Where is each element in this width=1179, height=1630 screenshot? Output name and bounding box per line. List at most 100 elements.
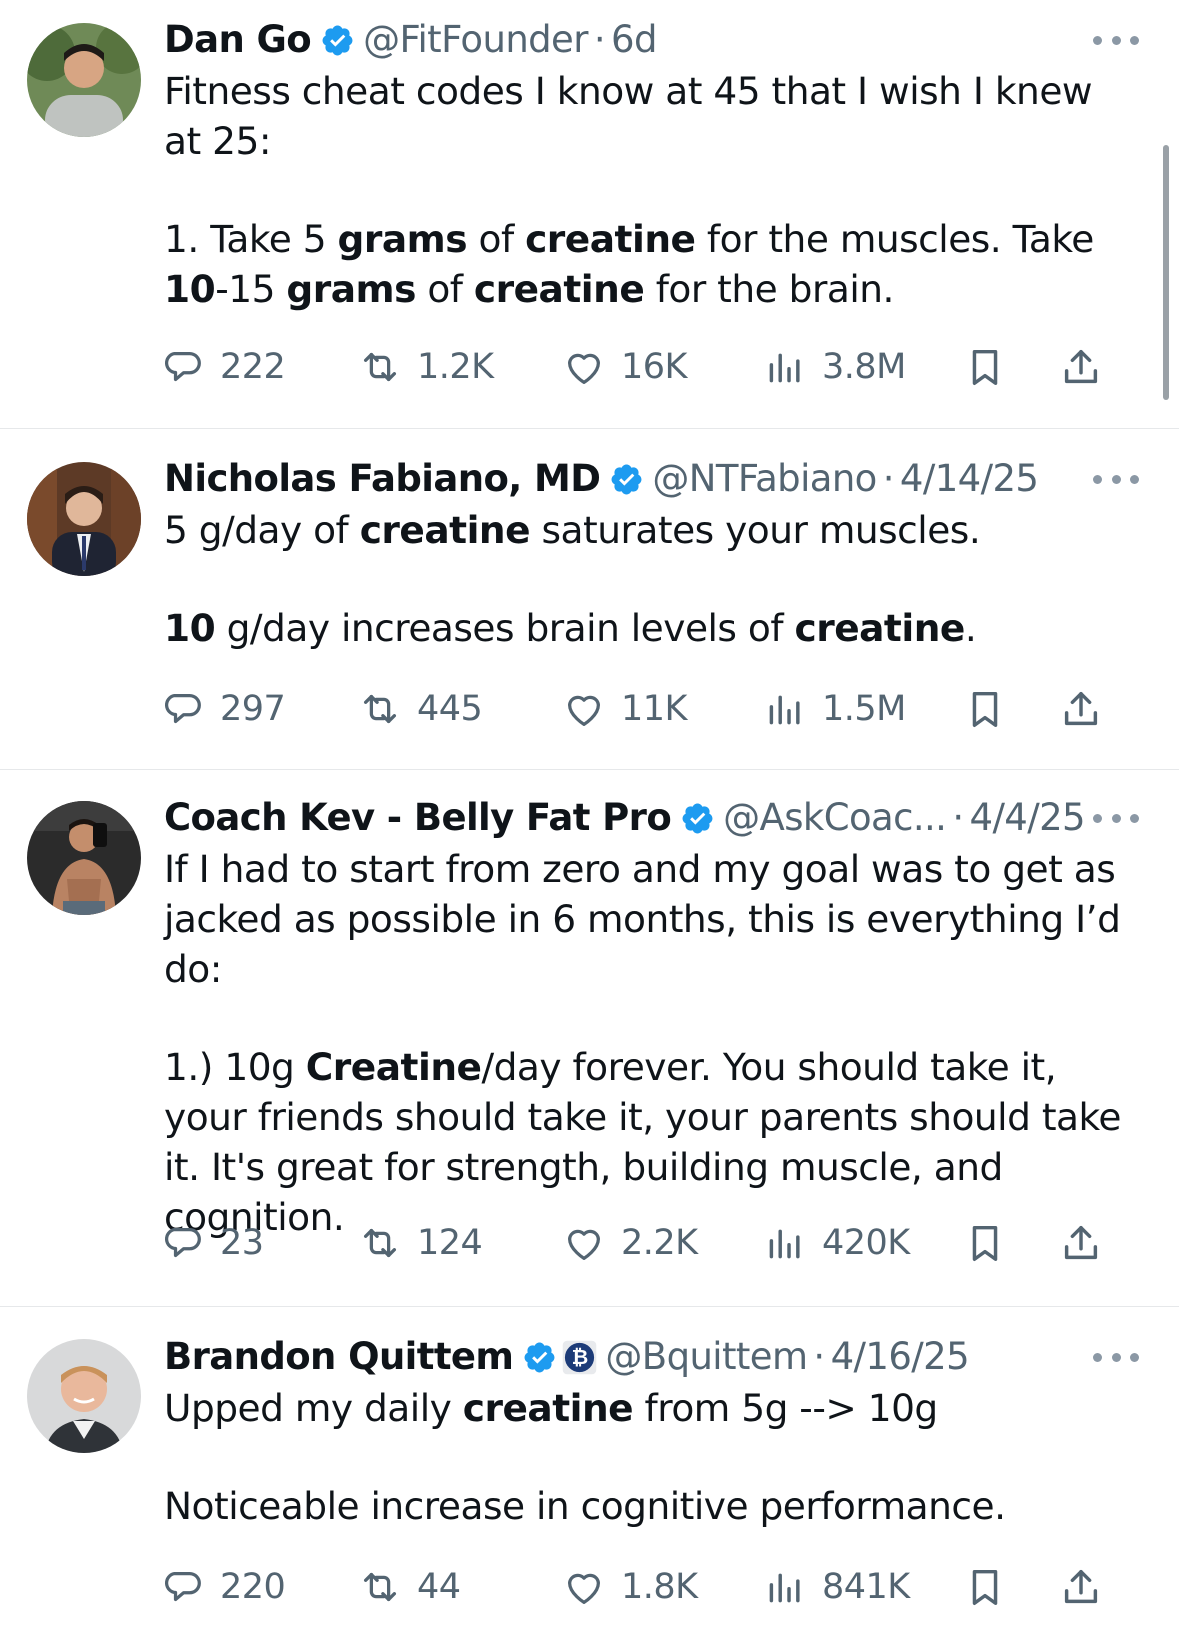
tweet-paragraph: 1. Take 5 grams of creatine for the musc… — [164, 214, 1139, 314]
reply-icon — [164, 1571, 201, 1602]
separator: · — [952, 796, 964, 839]
tweet[interactable]: Dan Go @FitFounder · 6d Fitness cheat co… — [0, 0, 1179, 429]
author-handle[interactable]: @NTFabiano — [652, 454, 877, 504]
author-name[interactable]: Brandon Quittem — [164, 1332, 514, 1382]
tweet-paragraph: Upped my daily creatine from 5g --> 10g — [164, 1383, 1139, 1433]
text-run: of — [467, 217, 526, 261]
avatar[interactable] — [27, 1339, 141, 1453]
bookmark-icon — [972, 1569, 998, 1606]
likes-count: 1.8K — [621, 1567, 698, 1607]
share-icon — [1064, 349, 1098, 384]
reply-icon — [164, 1227, 201, 1258]
verified-badge-icon — [611, 464, 642, 494]
share-button[interactable] — [1058, 1218, 1104, 1268]
repost-icon — [363, 694, 397, 724]
like-button[interactable]: 16K — [561, 342, 688, 392]
views-button[interactable]: 841K — [762, 1562, 910, 1612]
text-run: 5 g/day of — [164, 508, 360, 552]
timestamp[interactable]: 4/16/25 — [831, 1332, 970, 1382]
views-count: 3.8M — [822, 347, 906, 387]
heart-icon — [567, 353, 601, 384]
reposts-count: 44 — [417, 1567, 461, 1607]
bold-text: 10 — [164, 606, 216, 650]
bold-text: creatine — [794, 606, 965, 650]
author-name[interactable]: Coach Kev - Belly Fat Pro — [164, 793, 672, 843]
text-run: . — [964, 606, 977, 650]
text-run: for the brain. — [644, 267, 895, 311]
bookmark-button[interactable] — [962, 1218, 1008, 1268]
reply-button[interactable]: 297 — [160, 684, 286, 734]
reply-button[interactable]: 220 — [160, 1562, 286, 1612]
more-icon — [1093, 474, 1102, 484]
views-button[interactable]: 420K — [762, 1218, 910, 1268]
like-button[interactable]: 1.8K — [561, 1562, 698, 1612]
replies-count: 297 — [220, 689, 286, 729]
more-options-button[interactable] — [1093, 469, 1139, 489]
like-button[interactable]: 2.2K — [561, 1218, 698, 1268]
share-button[interactable] — [1058, 342, 1104, 392]
bookmark-icon — [972, 691, 998, 728]
repost-button[interactable]: 1.2K — [357, 342, 494, 392]
views-icon — [769, 1229, 800, 1259]
reply-icon — [164, 351, 201, 382]
views-count: 841K — [822, 1567, 910, 1607]
tweet-paragraph: 5 g/day of creatine saturates your muscl… — [164, 505, 1139, 555]
timeline-feed: Dan Go @FitFounder · 6d Fitness cheat co… — [0, 0, 1179, 1630]
scrollbar[interactable] — [1163, 145, 1169, 400]
tweet-text: 5 g/day of creatine saturates your muscl… — [164, 505, 1139, 653]
bold-text: creatine — [462, 1386, 634, 1430]
author-name[interactable]: Nicholas Fabiano, MD — [164, 454, 601, 504]
repost-button[interactable]: 445 — [357, 684, 483, 734]
timestamp[interactable]: 4/14/25 — [900, 454, 1039, 504]
bold-text: 10 — [164, 267, 216, 311]
reply-icon — [164, 693, 201, 724]
text-run: g/day increases brain levels of — [215, 606, 795, 650]
bookmark-icon — [972, 349, 998, 386]
more-options-button[interactable] — [1093, 30, 1139, 50]
repost-button[interactable]: 44 — [357, 1562, 461, 1612]
views-button[interactable]: 3.8M — [762, 342, 906, 392]
more-options-button[interactable] — [1093, 808, 1139, 828]
reply-button[interactable]: 23 — [160, 1218, 264, 1268]
bold-text: grams — [337, 217, 468, 261]
text-run: Upped my daily — [164, 1386, 463, 1430]
tweet-text: If I had to start from zero and my goal … — [164, 844, 1139, 1242]
tweet[interactable]: Brandon Quittem ₿ @Bquittem · 4/16/25 Up… — [0, 1307, 1179, 1630]
more-options-button[interactable] — [1093, 1347, 1139, 1367]
avatar[interactable] — [27, 462, 141, 576]
avatar[interactable] — [27, 801, 141, 915]
repost-button[interactable]: 124 — [357, 1218, 483, 1268]
bookmark-button[interactable] — [962, 1562, 1008, 1612]
tweet-actions: 297 445 11K 1.5M — [0, 684, 1179, 734]
text-run: Noticeable increase in cognitive perform… — [164, 1484, 1006, 1528]
tweet-header: Coach Kev - Belly Fat Pro @AskCoac... · … — [164, 793, 1086, 843]
tweet-actions: 222 1.2K 16K 3.8M — [0, 342, 1179, 392]
timestamp[interactable]: 4/4/25 — [970, 793, 1086, 843]
bold-text: grams — [286, 267, 416, 311]
tweet-paragraph: Fitness cheat codes I know at 45 that I … — [164, 66, 1139, 166]
likes-count: 11K — [621, 689, 688, 729]
tweet[interactable]: Nicholas Fabiano, MD @NTFabiano · 4/14/2… — [0, 429, 1179, 770]
tweet[interactable]: Coach Kev - Belly Fat Pro @AskCoac... · … — [0, 770, 1179, 1307]
like-button[interactable]: 11K — [561, 684, 688, 734]
author-handle[interactable]: @FitFounder — [363, 15, 588, 65]
bold-text: Creatine — [305, 1045, 482, 1089]
tweet-text: Fitness cheat codes I know at 45 that I … — [164, 66, 1139, 314]
tweet-actions: 23 124 2.2K 420K — [0, 1218, 1179, 1268]
more-icon — [1093, 813, 1102, 823]
text-run: If I had to start from zero and my goal … — [164, 847, 1132, 991]
bookmark-button[interactable] — [962, 342, 1008, 392]
text-run: 1.) 10g — [164, 1045, 306, 1089]
author-handle[interactable]: @AskCoac... — [723, 793, 947, 843]
bookmark-button[interactable] — [962, 684, 1008, 734]
reply-button[interactable]: 222 — [160, 342, 286, 392]
timestamp[interactable]: 6d — [611, 15, 657, 65]
text-run: saturates your muscles. — [530, 508, 981, 552]
share-button[interactable] — [1058, 684, 1104, 734]
views-button[interactable]: 1.5M — [762, 684, 906, 734]
author-handle[interactable]: @Bquittem — [605, 1332, 808, 1382]
share-button[interactable] — [1058, 1562, 1104, 1612]
svg-text:₿: ₿ — [572, 1345, 588, 1369]
avatar[interactable] — [27, 23, 141, 137]
author-name[interactable]: Dan Go — [164, 15, 312, 65]
